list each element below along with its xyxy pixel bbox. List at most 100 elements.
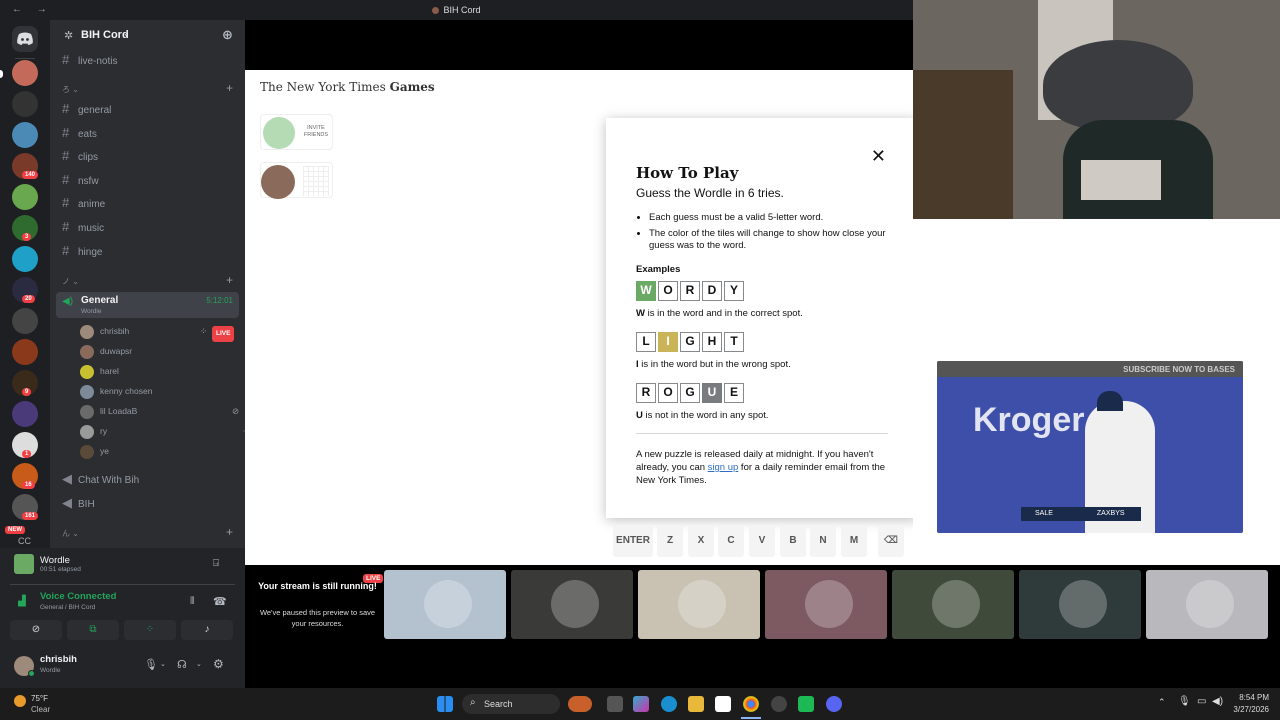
activity-name: Wordle: [40, 555, 70, 566]
server-header[interactable]: ✲ BIH Cord ⌄ ⊕: [50, 20, 245, 50]
microphone-icon[interactable]: 🎙︎: [1178, 696, 1191, 707]
edge-icon[interactable]: [661, 696, 677, 712]
activity-header: [245, 20, 913, 70]
server-icon[interactable]: [12, 122, 38, 148]
server-icon[interactable]: [12, 60, 38, 86]
add-channel-icon[interactable]: +: [226, 273, 233, 287]
sign-up-link[interactable]: sign up: [708, 462, 739, 473]
participant-tile[interactable]: [1019, 570, 1141, 639]
screen-share-icon[interactable]: ⧉: [67, 620, 119, 640]
app-icon[interactable]: [771, 696, 787, 712]
keyboard-key[interactable]: B: [780, 525, 806, 557]
channel-0[interactable]: # general: [62, 101, 111, 117]
participant-tile[interactable]: [1146, 570, 1268, 639]
category-header[interactable]: ノ ⌄: [62, 276, 79, 287]
discord-home-icon[interactable]: [12, 26, 38, 52]
user-panel: Wordle 00:51 elapsed ⍈ ▟ Voice Connected…: [0, 548, 245, 688]
participant-tile[interactable]: [511, 570, 633, 639]
keyboard-key[interactable]: Z: [657, 525, 683, 557]
keyboard-key[interactable]: M: [841, 525, 867, 557]
add-channel-icon[interactable]: +: [226, 81, 233, 95]
player-card[interactable]: [260, 162, 333, 199]
paused-stream-notice[interactable]: LIVE Your stream is still running! We've…: [255, 570, 384, 639]
voice-user[interactable]: harel: [80, 364, 260, 379]
example-caption-1: W is in the word and in the correct spot…: [636, 308, 803, 319]
channel-5[interactable]: # music: [62, 219, 104, 235]
activities-icon[interactable]: ⁘: [124, 620, 176, 640]
channel-3[interactable]: # nsfw: [62, 172, 99, 188]
disconnect-icon[interactable]: ☎: [213, 595, 227, 608]
baseball-video[interactable]: SUBSCRIBE NOW TO BASES Kroger SALE ZAXBYS: [937, 361, 1243, 533]
clock-time[interactable]: 8:54 PM: [1233, 693, 1269, 702]
copilot-icon[interactable]: [633, 696, 649, 712]
channel-bih[interactable]: ◀ BIH: [62, 495, 95, 511]
keyboard-key[interactable]: N: [810, 525, 836, 557]
close-icon[interactable]: ✕: [871, 146, 886, 167]
windows-start-icon[interactable]: [437, 696, 453, 712]
participant-tile[interactable]: [638, 570, 760, 639]
invite-friends-button[interactable]: INVITE FRIENDS: [260, 114, 333, 150]
leave-activity-icon[interactable]: ⍈: [213, 558, 219, 569]
chevron-down-icon[interactable]: ⌄: [160, 660, 166, 668]
store-icon[interactable]: [715, 696, 731, 712]
server-icon[interactable]: [12, 401, 38, 427]
discord-taskbar-icon[interactable]: [826, 696, 842, 712]
voice-user[interactable]: lil LoadaB ⊘: [80, 404, 260, 419]
participant-tile[interactable]: [892, 570, 1014, 639]
server-icon[interactable]: [12, 184, 38, 210]
server-icon[interactable]: [12, 246, 38, 272]
channel-live-notis[interactable]: # live-notis: [62, 52, 117, 68]
server-icon[interactable]: [12, 339, 38, 365]
avatar: [551, 580, 599, 628]
task-view-icon[interactable]: [607, 696, 623, 712]
settings-gear-icon[interactable]: ⚙: [213, 657, 224, 671]
channel-1[interactable]: # eats: [62, 125, 97, 141]
server-icon[interactable]: [12, 91, 38, 117]
participant-tile[interactable]: [765, 570, 887, 639]
noise-suppression-icon[interactable]: ⦀: [190, 596, 194, 607]
microphone-icon[interactable]: 🎙︎: [144, 658, 158, 671]
category-header[interactable]: ん ⌄: [62, 528, 79, 539]
category-header[interactable]: ろ ⌄: [62, 84, 79, 95]
voice-channel-general[interactable]: ◀) General Wordle 5:12:01: [56, 292, 239, 318]
keyboard-key[interactable]: ENTER: [613, 525, 653, 557]
headphones-icon[interactable]: ☊: [177, 658, 187, 671]
title-bar: ← → BIH Cord: [0, 0, 913, 20]
file-explorer-icon[interactable]: [688, 696, 704, 712]
keyboard-key[interactable]: X: [688, 525, 714, 557]
chevron-down-icon[interactable]: ⌄: [196, 660, 202, 668]
add-member-icon[interactable]: ⊕: [222, 27, 233, 43]
clock-date[interactable]: 3/27/2026: [1228, 705, 1269, 714]
server-icon[interactable]: [12, 308, 38, 334]
voice-user[interactable]: duwapsr: [80, 344, 260, 359]
signal-icon[interactable]: ▟: [18, 596, 26, 607]
chevron-up-icon[interactable]: ⌃: [1158, 697, 1166, 708]
participant-tile[interactable]: [384, 570, 506, 639]
camera-off-icon[interactable]: ⊘: [10, 620, 62, 640]
add-channel-icon[interactable]: +: [226, 525, 233, 539]
speaker-icon: ◀: [62, 495, 72, 510]
volume-icon[interactable]: ◀): [1212, 696, 1223, 707]
voice-user[interactable]: kenny chosen: [80, 384, 260, 399]
example-row-3: ROGUE: [636, 383, 746, 403]
chrome-icon[interactable]: [743, 696, 759, 712]
app-icon[interactable]: [798, 696, 814, 712]
channel-4[interactable]: # anime: [62, 195, 105, 211]
network-icon[interactable]: ▭: [1197, 696, 1206, 707]
voice-user[interactable]: chrisbih ⁘ LIVE: [80, 324, 260, 342]
search-box[interactable]: ⌕ Search: [462, 694, 560, 714]
weather-icon[interactable]: [14, 695, 26, 707]
backspace-key[interactable]: ⌫: [878, 525, 904, 557]
webcam-feed: [913, 0, 1280, 219]
channel-6[interactable]: # hinge: [62, 243, 102, 259]
keyboard-key[interactable]: V: [749, 525, 775, 557]
channel-chat-with-bih[interactable]: ◀ Chat With Bih: [62, 471, 139, 487]
voice-location[interactable]: General / BIH Cord: [40, 604, 95, 611]
voice-user[interactable]: ye: [80, 444, 260, 459]
how-to-play-dialog: ✕ How To Play Guess the Wordle in 6 trie…: [606, 118, 918, 518]
soundboard-icon[interactable]: ♪: [181, 620, 233, 640]
voice-user[interactable]: ry⁘: [80, 424, 260, 439]
keyboard-key[interactable]: C: [718, 525, 744, 557]
widget-icon[interactable]: [568, 696, 592, 712]
channel-2[interactable]: # clips: [62, 148, 98, 164]
